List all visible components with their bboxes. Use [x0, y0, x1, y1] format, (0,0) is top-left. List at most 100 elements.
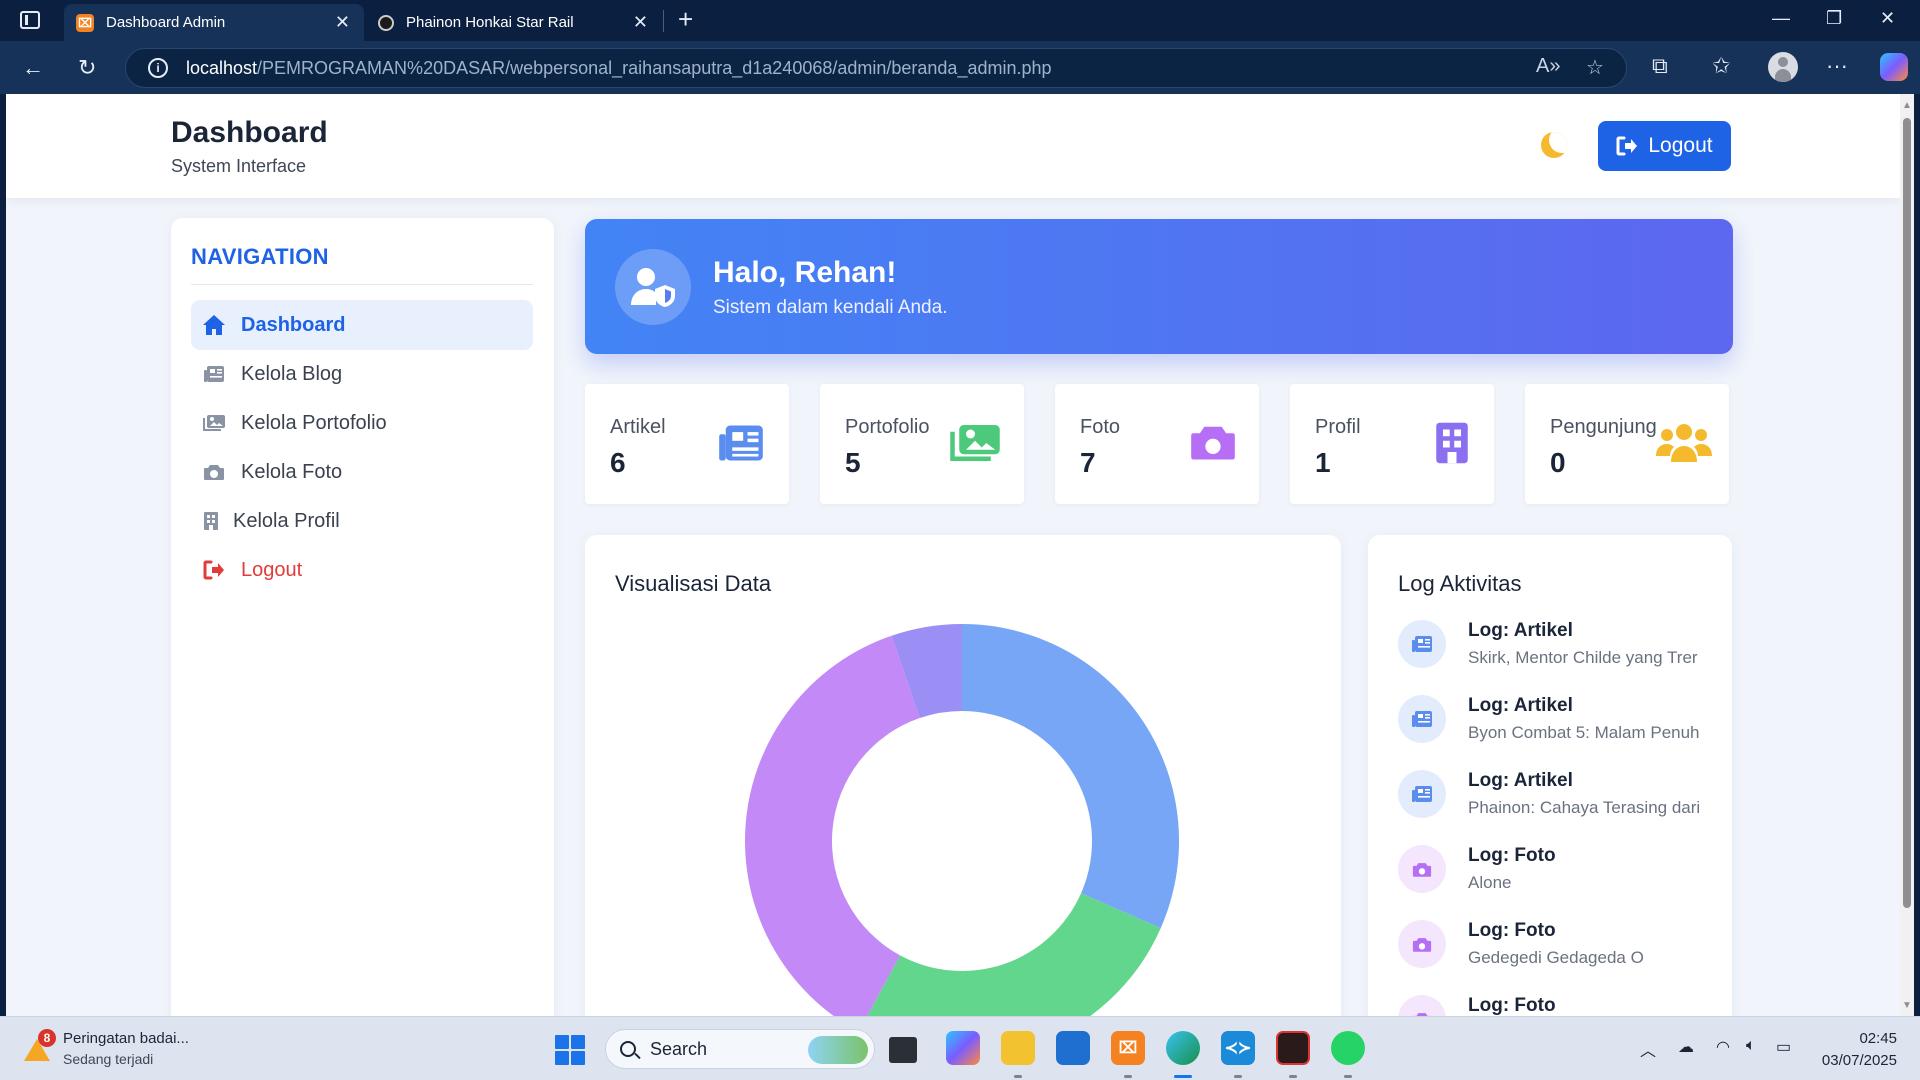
- activity-log-card: Log Aktivitas Log: Artikel Skirk, Mentor …: [1368, 535, 1732, 1016]
- dark-mode-moon-icon[interactable]: [1541, 132, 1567, 158]
- log-item-title: Log: Artikel: [1468, 620, 1573, 641]
- greeting-subtitle: Sistem dalam kendali Anda.: [713, 297, 948, 318]
- volume-icon[interactable]: 🔈︎: [1746, 1037, 1756, 1055]
- newspaper-icon: [1398, 770, 1446, 818]
- favorites-icon[interactable]: ✩: [1712, 53, 1730, 79]
- vscode-icon[interactable]: ≺≻: [1221, 1031, 1255, 1065]
- minimize-icon[interactable]: —: [1772, 8, 1790, 29]
- camera-icon: [201, 461, 227, 483]
- edge-browser-icon[interactable]: [1166, 1031, 1200, 1065]
- xampp-app-icon[interactable]: ⌧: [1111, 1031, 1145, 1065]
- weather-widget[interactable]: 8: [22, 1029, 56, 1063]
- donut-slice-artikel[interactable]: [962, 624, 1179, 929]
- building-icon: [201, 510, 221, 532]
- newspaper-icon: [201, 363, 227, 385]
- log-item: Log: Foto: [1398, 991, 1718, 1016]
- scroll-down-arrow-icon[interactable]: ▼: [1902, 1000, 1912, 1011]
- building-icon: [1434, 420, 1470, 471]
- log-item: Log: Artikel Phainon: Cahaya Terasing dar…: [1398, 766, 1718, 826]
- profile-avatar[interactable]: [1768, 52, 1798, 82]
- sidebar-item-label: Kelola Profil: [233, 509, 340, 532]
- stat-label: Profil: [1315, 416, 1361, 438]
- running-indicator: [1344, 1075, 1352, 1078]
- stat-value: 7: [1080, 447, 1096, 478]
- stat-label: Portofolio: [845, 416, 930, 438]
- copilot-icon[interactable]: [1880, 53, 1908, 81]
- running-indicator: [1289, 1075, 1297, 1078]
- reload-icon[interactable]: ↻: [78, 55, 96, 81]
- browser-tab-bar: ⌧ Dashboard Admin ✕ Phainon Honkai Star …: [0, 0, 1920, 41]
- log-item: Log: Foto Gedegedi Gedageda O: [1398, 916, 1718, 976]
- site-info-icon[interactable]: i: [148, 58, 168, 78]
- new-tab-icon[interactable]: +: [678, 4, 693, 35]
- tab-dashboard-admin[interactable]: ⌧ Dashboard Admin ✕: [64, 4, 364, 41]
- clock-time[interactable]: 02:45: [1830, 1030, 1897, 1047]
- scrollbar-thumb[interactable]: [1903, 118, 1911, 908]
- active-indicator: [1174, 1075, 1192, 1078]
- close-tab-icon[interactable]: ✕: [633, 12, 648, 33]
- sidebar-item-kelola-portofolio[interactable]: Kelola Portofolio: [191, 398, 533, 448]
- weather-title[interactable]: Peringatan badai...: [63, 1030, 189, 1047]
- log-item-desc: Phainon: Cahaya Terasing dari: [1468, 798, 1701, 817]
- sidebar-item-dashboard[interactable]: Dashboard: [191, 300, 533, 350]
- game-app-icon[interactable]: [1276, 1031, 1310, 1065]
- tab-phainon[interactable]: Phainon Honkai Star Rail ✕: [366, 4, 662, 41]
- log-item: Log: Artikel Skirk, Mentor Childe yang Tr…: [1398, 616, 1718, 676]
- onedrive-icon[interactable]: ☁: [1678, 1037, 1694, 1057]
- donut-chart: [745, 624, 1179, 1016]
- log-item-title: Log: Artikel: [1468, 770, 1573, 791]
- search-highlight-image: [808, 1036, 868, 1064]
- restore-icon[interactable]: ❐: [1826, 8, 1842, 29]
- read-aloud-icon[interactable]: A»: [1536, 55, 1560, 78]
- header-logout-button[interactable]: Logout: [1598, 121, 1731, 171]
- tab-actions-icon[interactable]: [20, 11, 40, 29]
- sidebar-item-kelola-foto[interactable]: Kelola Foto: [191, 447, 533, 497]
- tray-chevron-up-icon[interactable]: ︿: [1640, 1037, 1656, 1061]
- start-button[interactable]: [555, 1035, 585, 1065]
- hsr-favicon-icon: [378, 14, 394, 31]
- sidebar-heading: NAVIGATION: [191, 244, 329, 269]
- clock-date[interactable]: 03/07/2025: [1810, 1052, 1897, 1069]
- xampp-favicon-icon: ⌧: [76, 13, 94, 32]
- scroll-up-arrow-icon[interactable]: ▲: [1902, 100, 1912, 111]
- battery-icon[interactable]: ▭: [1776, 1037, 1791, 1057]
- back-icon[interactable]: ←: [22, 55, 44, 81]
- newspaper-icon: [1398, 695, 1446, 743]
- welcome-banner: Halo, Rehan! Sistem dalam kendali Anda.: [585, 219, 1733, 354]
- microsoft-store-icon[interactable]: [1056, 1031, 1090, 1065]
- weather-subtitle[interactable]: Sedang terjadi: [63, 1051, 153, 1067]
- address-bar[interactable]: i localhost/PEMROGRAMAN%20DASAR/webperso…: [125, 48, 1627, 88]
- camera-icon: [1398, 845, 1446, 893]
- donut-slice-portofolio[interactable]: [859, 893, 1161, 1016]
- stat-card-artikel: Artikel 6: [585, 384, 789, 504]
- close-tab-icon[interactable]: ✕: [335, 12, 350, 33]
- close-window-icon[interactable]: ✕: [1880, 8, 1895, 29]
- camera-icon: [1398, 995, 1446, 1016]
- wifi-icon[interactable]: ◠: [1716, 1037, 1730, 1057]
- page-scrollbar[interactable]: ▲ ▼: [1900, 94, 1914, 1016]
- whatsapp-icon[interactable]: [1331, 1031, 1365, 1065]
- sidebar-item-logout[interactable]: Logout: [191, 545, 533, 595]
- tab-title: Phainon Honkai Star Rail: [406, 14, 574, 31]
- sidebar-item-label: Logout: [241, 558, 303, 581]
- log-item-title: Log: Artikel: [1468, 695, 1573, 716]
- donut-slice-foto[interactable]: [745, 635, 920, 1016]
- file-explorer-icon[interactable]: [1001, 1031, 1035, 1065]
- browser-toolbar: ← ↻ i localhost/PEMROGRAMAN%20DASAR/webp…: [0, 41, 1920, 94]
- copilot-app-icon[interactable]: [946, 1031, 980, 1065]
- more-menu-icon[interactable]: ···: [1826, 53, 1848, 79]
- home-icon: [201, 314, 227, 336]
- extensions-icon[interactable]: ⧉: [1652, 53, 1668, 79]
- search-label: Search: [650, 1038, 708, 1059]
- tab-separator: [663, 10, 664, 32]
- greeting-title: Halo, Rehan!: [713, 256, 897, 289]
- sidebar-item-kelola-blog[interactable]: Kelola Blog: [191, 349, 533, 399]
- task-view-icon[interactable]: [889, 1037, 917, 1063]
- log-item-desc: Byon Combat 5: Malam Penuh: [1468, 723, 1700, 742]
- favorite-star-icon[interactable]: ☆: [1586, 55, 1604, 80]
- taskbar-search[interactable]: Search: [605, 1029, 875, 1069]
- stat-card-pengunjung: Pengunjung 0: [1525, 384, 1729, 504]
- log-item-title: Log: Foto: [1468, 995, 1556, 1016]
- log-item: Log: Artikel Byon Combat 5: Malam Penuh: [1398, 691, 1718, 751]
- sidebar-item-kelola-profil[interactable]: Kelola Profil: [191, 496, 533, 546]
